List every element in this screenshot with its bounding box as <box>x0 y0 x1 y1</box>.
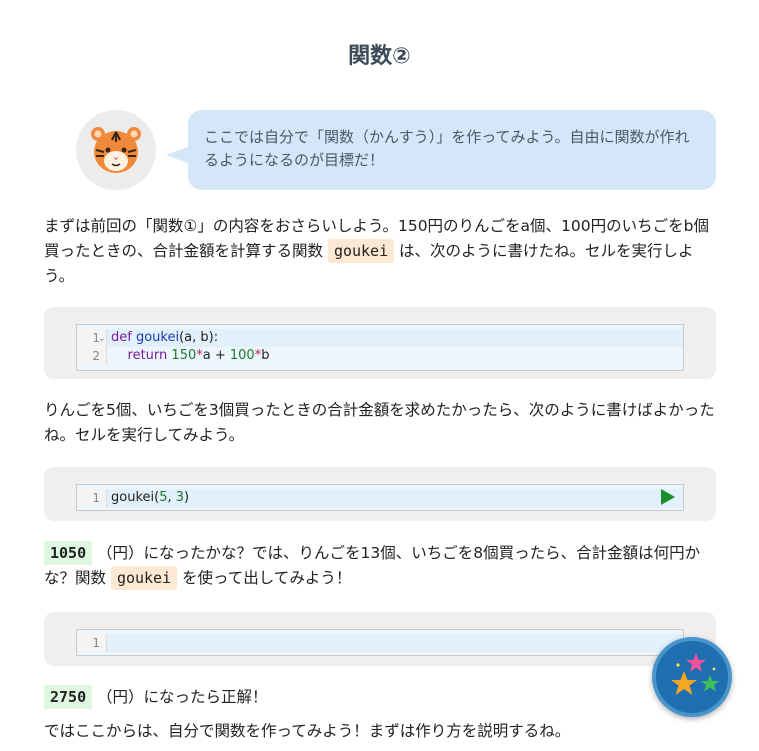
result-2750: 2750 <box>44 685 93 709</box>
function-name: goukei <box>135 330 180 345</box>
code-line: 1 goukei(5, 3) <box>77 489 683 507</box>
stars-icon <box>671 653 719 695</box>
function-params: (a, b): <box>179 330 219 345</box>
paragraph-2: りんごを5個、いちごを3個買ったときの合計金額を求めたかったら、次のように書けば… <box>44 401 715 444</box>
inline-code-goukei: goukei <box>110 566 178 590</box>
number-literal: 100 <box>229 348 255 363</box>
variable: b <box>261 348 270 363</box>
variable: a + <box>202 348 230 363</box>
fold-chevron-icon[interactable]: ⌄ <box>98 334 106 344</box>
code-line: 1 <box>77 634 683 652</box>
stars-fab-button[interactable] <box>652 637 732 717</box>
tiger-face-icon <box>91 127 141 173</box>
code-line: 2 return 150*a + 100*b <box>77 347 683 365</box>
result-1050: 1050 <box>44 541 93 565</box>
code-cell-empty: 1 <box>44 612 716 666</box>
function-call: goukei( <box>111 490 160 505</box>
code-line: 1 def goukei(a, b): <box>77 329 683 347</box>
number-literal: 3 <box>175 490 185 505</box>
speech-bubble: ここでは自分で「関数（かんすう）」を作ってみよう。自由に関数が作れるようになるの… <box>188 110 716 190</box>
inline-code-goukei: goukei <box>327 239 395 263</box>
intro-paragraph: まずは前回の「関数①」の内容をおさらいしよう。150円のりんごをa個、100円の… <box>44 214 720 289</box>
paragraph-5: ではここからは、自分で関数を作ってみよう！まずは作り方を説明するね。 <box>44 722 571 740</box>
code-editor-empty[interactable]: 1 <box>76 629 684 656</box>
code-editor-definition[interactable]: 1 def goukei(a, b): 2 return 150*a + 100… <box>76 324 684 371</box>
code-input[interactable] <box>107 634 111 652</box>
number-literal: 150 <box>171 348 197 363</box>
paragraph-4: 2750 （円）になったら正解！ <box>44 685 720 710</box>
code-editor-call[interactable]: 1 goukei(5, 3) <box>76 484 684 511</box>
code-cell-definition: 1 def goukei(a, b): 2 return 150*a + 100… <box>44 307 716 379</box>
code-cell-call: 1 goukei(5, 3) <box>44 467 716 521</box>
paragraph-3: 1050 （円）になったかな？では、りんごを13個、いちごを8個買ったら、合計金… <box>44 541 720 591</box>
speech-bubble-tail <box>166 146 190 164</box>
keyword-return: return <box>127 348 168 363</box>
keyword-def: def <box>111 330 132 345</box>
line-number: 1 <box>77 634 107 652</box>
page-title: 関数② <box>348 44 411 69</box>
paragraph-3-text-after: を使って出してみよう！ <box>177 569 352 587</box>
avatar <box>76 110 156 190</box>
line-number: 1 <box>77 489 107 507</box>
run-button[interactable] <box>661 489 675 505</box>
paragraph-4-text: （円）になったら正解！ <box>92 688 268 706</box>
line-number: 2 <box>77 347 107 365</box>
